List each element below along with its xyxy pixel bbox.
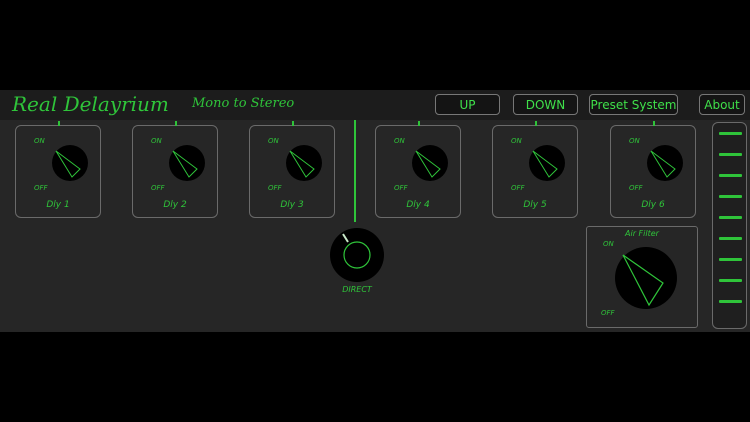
about-button[interactable]: About [699,94,745,115]
module-tick [418,121,420,126]
delay-name: Dly 3 [280,200,304,210]
up-button[interactable]: UP [435,94,500,115]
delay-module-1: ON OFF Dly 1 [15,121,101,218]
meter-segment [719,153,742,156]
delay-module-3: ON OFF Dly 3 [249,121,335,218]
delay-name: Dly 2 [163,200,187,210]
delay-module-6: ON OFF Dly 6 [610,121,696,218]
header-bar: Real Delayrium Mono to Stereo UP DOWN Pr… [0,90,750,120]
off-label: OFF [629,184,643,192]
on-label: ON [151,137,162,145]
delay-name: Dly 1 [46,200,70,210]
meter-segment [719,300,742,303]
on-label: ON [34,137,45,145]
on-label: ON [629,137,640,145]
delay-5-knob[interactable] [527,143,567,183]
delay-module-2: ON OFF Dly 2 [132,121,218,218]
on-label: ON [268,137,279,145]
plugin-panel: Real Delayrium Mono to Stereo UP DOWN Pr… [0,90,750,332]
meter-segment [719,174,742,177]
app-title: Real Delayrium [12,92,169,116]
module-tick [535,121,537,126]
delay-1-knob[interactable] [50,143,90,183]
off-label: OFF [394,184,408,192]
module-tick [175,121,177,126]
off-label: OFF [151,184,165,192]
delay-name: Dly 4 [406,200,430,210]
delay-module-5: ON OFF Dly 5 [492,121,578,218]
air-filter-knob[interactable] [613,245,679,311]
down-button[interactable]: DOWN [513,94,578,115]
module-tick [58,121,60,126]
delay-3-knob[interactable] [284,143,324,183]
off-label: OFF [34,184,48,192]
delay-name: Dly 5 [523,200,547,210]
meter-segment [719,132,742,135]
module-tick [653,121,655,126]
meter-segment [719,237,742,240]
level-meter [712,122,747,329]
meter-segment [719,279,742,282]
direct-knob[interactable] [329,227,385,283]
preset-system-button[interactable]: Preset System [589,94,678,115]
meter-segment [719,216,742,219]
delay-name: Dly 6 [641,200,665,210]
direct-divider [354,120,356,222]
delay-4-knob[interactable] [410,143,450,183]
on-label: ON [511,137,522,145]
off-label: OFF [268,184,282,192]
off-label: OFF [511,184,525,192]
air-filter-title: Air Filter [625,229,659,238]
meter-segment [719,258,742,261]
delay-module-4: ON OFF Dly 4 [375,121,461,218]
meter-segment [719,195,742,198]
air-filter-panel: Air Filter ON OFF [586,226,698,328]
delay-6-knob[interactable] [645,143,685,183]
module-tick [292,121,294,126]
mode-label: Mono to Stereo [192,96,295,111]
direct-label: DIRECT [342,285,372,294]
delay-2-knob[interactable] [167,143,207,183]
on-label: ON [394,137,405,145]
